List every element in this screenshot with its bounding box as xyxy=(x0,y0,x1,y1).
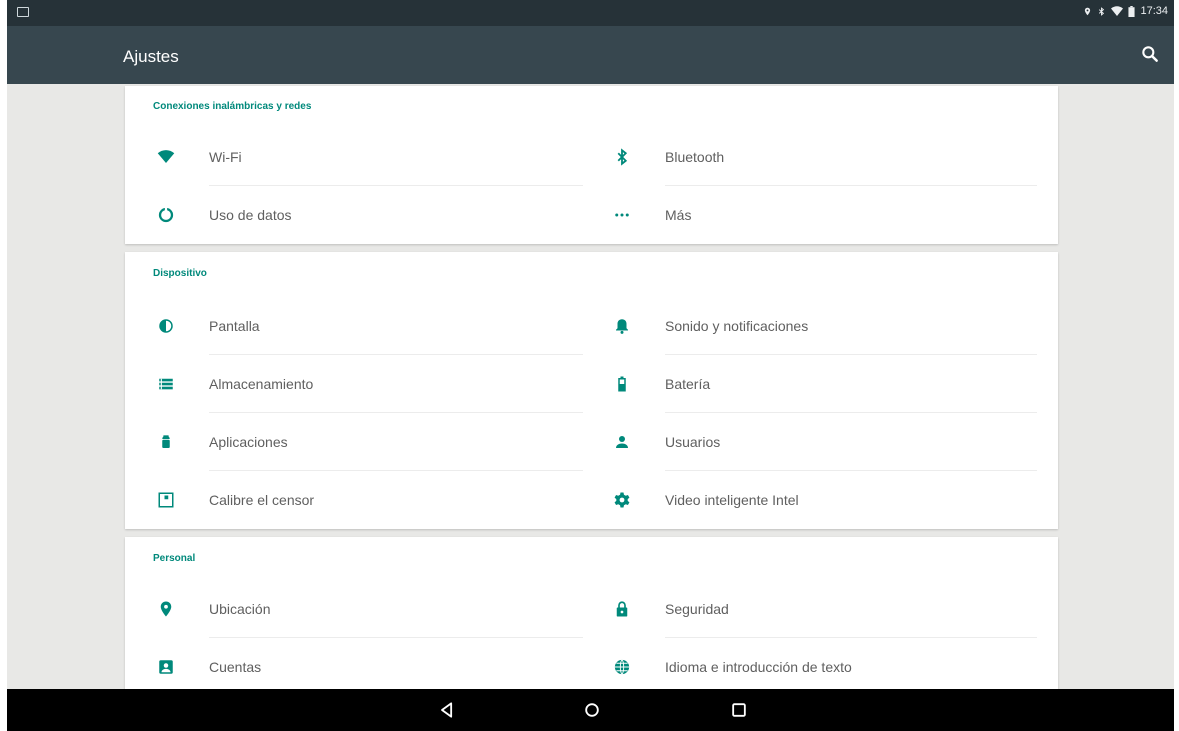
battery-icon xyxy=(1128,5,1136,17)
settings-item-label: Almacenamiento xyxy=(209,376,314,392)
settings-item-label: Batería xyxy=(665,376,711,392)
status-icons: 17:34 xyxy=(1083,5,1168,17)
settings-item-calibrate-sensor[interactable]: Calibre el censor xyxy=(157,471,585,529)
bluetooth-icon xyxy=(1097,6,1106,17)
wifi-icon xyxy=(157,148,175,166)
back-icon[interactable] xyxy=(437,700,457,720)
account-icon xyxy=(157,658,175,676)
settings-item-location[interactable]: Ubicación xyxy=(157,580,585,638)
settings-item-label: Uso de datos xyxy=(209,207,292,223)
android-tablet-screen: 17:34 Ajustes Conexiones inalámbricas y … xyxy=(7,0,1174,731)
settings-item-storage[interactable]: Almacenamiento xyxy=(157,355,585,413)
settings-item-intel-smart-video[interactable]: Video inteligente Intel xyxy=(613,471,1041,529)
search-icon[interactable] xyxy=(1140,44,1160,64)
globe-icon xyxy=(613,658,631,676)
clock: 17:34 xyxy=(1140,5,1168,17)
location-icon xyxy=(157,600,175,618)
home-icon[interactable] xyxy=(582,700,602,720)
settings-item-label: Ubicación xyxy=(209,601,271,617)
image-notification-icon xyxy=(17,7,29,17)
settings-item-label: Pantalla xyxy=(209,318,260,334)
gear-icon xyxy=(613,491,631,509)
android-icon xyxy=(157,433,175,451)
lock-icon xyxy=(613,600,631,618)
location-icon xyxy=(1083,6,1092,17)
page-title: Ajustes xyxy=(123,47,179,66)
settings-item-label: Más xyxy=(665,207,692,223)
settings-item-users[interactable]: Usuarios xyxy=(613,413,1041,471)
settings-item-display[interactable]: Pantalla xyxy=(157,297,585,355)
settings-item-bluetooth[interactable]: Bluetooth xyxy=(613,128,1041,186)
settings-item-accounts[interactable]: Cuentas xyxy=(157,638,585,696)
settings-item-label: Sonido y notificaciones xyxy=(665,318,809,334)
storage-icon xyxy=(157,375,175,393)
status-bar: 17:34 xyxy=(7,0,1174,26)
navigation-bar xyxy=(7,689,1174,731)
settings-item-data-usage[interactable]: Uso de datos xyxy=(157,186,585,244)
calibrate-icon xyxy=(157,491,175,509)
settings-item-sound-notifications[interactable]: Sonido y notificaciones xyxy=(613,297,1041,355)
settings-item-label: Aplicaciones xyxy=(209,434,288,450)
settings-item-label: Idioma e introducción de texto xyxy=(665,659,852,675)
settings-item-more[interactable]: Más xyxy=(613,186,1041,244)
settings-item-wifi[interactable]: Wi-Fi xyxy=(157,128,585,186)
settings-item-battery[interactable]: Batería xyxy=(613,355,1041,413)
settings-item-label: Cuentas xyxy=(209,659,262,675)
section-personal: Personal Ubicación Seguridad Cuentas Idi… xyxy=(125,537,1058,697)
section-header: Dispositivo xyxy=(153,268,207,279)
section-header: Personal xyxy=(153,553,196,564)
bluetooth-icon xyxy=(613,148,631,166)
wifi-icon xyxy=(1111,6,1124,16)
settings-item-label: Usuarios xyxy=(665,434,721,450)
bell-icon xyxy=(613,317,631,335)
section-wireless-networks: Conexiones inalámbricas y redes Wi-Fi Bl… xyxy=(125,86,1058,244)
settings-item-language-input[interactable]: Idioma e introducción de texto xyxy=(613,638,1041,696)
app-toolbar: Ajustes xyxy=(7,26,1174,84)
settings-item-label: Calibre el censor xyxy=(209,492,315,508)
more-icon xyxy=(613,206,631,224)
battery-icon xyxy=(613,375,631,393)
data-usage-icon xyxy=(157,206,175,224)
section-device: Dispositivo Pantalla Sonido y notificaci… xyxy=(125,252,1058,529)
settings-item-label: Bluetooth xyxy=(665,149,725,165)
brightness-icon xyxy=(157,317,175,335)
settings-item-label: Seguridad xyxy=(665,601,729,617)
settings-item-apps[interactable]: Aplicaciones xyxy=(157,413,585,471)
settings-item-security[interactable]: Seguridad xyxy=(613,580,1041,638)
settings-item-label: Wi-Fi xyxy=(209,149,242,165)
person-icon xyxy=(613,433,631,451)
recents-icon[interactable] xyxy=(729,700,749,720)
settings-item-label: Video inteligente Intel xyxy=(665,492,799,508)
section-header: Conexiones inalámbricas y redes xyxy=(153,101,312,112)
